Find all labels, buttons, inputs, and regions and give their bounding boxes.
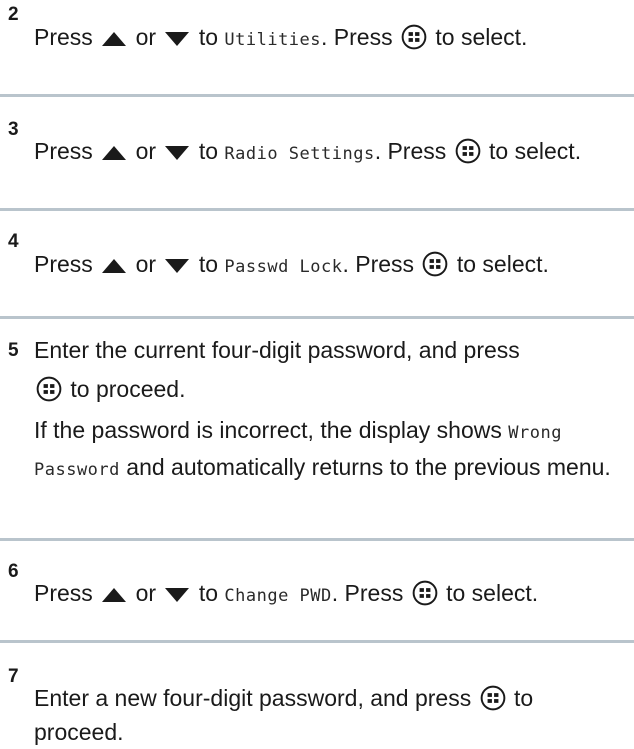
menu-name: Change PWD [224, 586, 332, 606]
text-to: to [198, 138, 218, 164]
menu-name: Passwd Lock [224, 257, 343, 277]
menu-ok-button-icon [36, 376, 62, 402]
menu-ok-button-icon [412, 580, 438, 606]
text-or: or [135, 24, 157, 50]
up-arrow-icon [102, 145, 127, 160]
step-text: Press or to Utilities. Press to select. [34, 20, 626, 57]
menu-ok-button-icon [401, 24, 427, 50]
up-arrow-icon [102, 587, 127, 602]
text-end: to select. [489, 138, 582, 164]
step-number: 2 [8, 4, 19, 25]
text-or: or [135, 580, 157, 606]
text-end: to select. [456, 251, 549, 277]
step-text: Press or to Change PWD. Press to select. [34, 576, 626, 613]
step-text: Press or to Radio Settings. Press to sel… [34, 134, 626, 171]
note-text-after: and automatically returns to the previou… [126, 454, 611, 480]
text-press: Press [34, 580, 93, 606]
menu-ok-button-icon [422, 251, 448, 277]
text-to: to [198, 580, 218, 606]
down-arrow-icon [165, 145, 190, 160]
text-or: or [135, 138, 157, 164]
step-number: 5 [8, 340, 19, 361]
step-5-line2: to proceed. [70, 376, 186, 402]
text-press-after: . Press [321, 24, 393, 50]
text-press: Press [34, 24, 93, 50]
step-text: Enter the current four-digit password, a… [34, 331, 626, 487]
down-arrow-icon [165, 258, 190, 273]
text-or: or [135, 251, 157, 277]
step-text: Press or to Passwd Lock. Press to select… [34, 247, 626, 284]
divider [0, 208, 634, 211]
up-arrow-icon [102, 258, 127, 273]
menu-name: Radio Settings [224, 144, 375, 164]
text-end: to select. [435, 24, 528, 50]
text-press-after: . Press [331, 580, 404, 606]
step-number: 6 [8, 561, 19, 582]
menu-ok-button-icon [455, 138, 481, 164]
divider [0, 94, 634, 97]
divider [0, 316, 634, 319]
down-arrow-icon [165, 31, 190, 46]
down-arrow-icon [165, 587, 190, 602]
step-text: Enter a new four-digit password, and pre… [34, 681, 626, 749]
menu-name: Utilities [224, 30, 322, 50]
text-press-after: . Press [374, 138, 447, 164]
up-arrow-icon [102, 31, 127, 46]
step-5-note: If the password is incorrect, the displa… [34, 413, 626, 487]
step-number: 4 [8, 231, 19, 252]
menu-ok-button-icon [480, 685, 506, 711]
text-press: Press [34, 251, 93, 277]
text-press-after: . Press [342, 251, 415, 277]
divider [0, 538, 634, 541]
text-to: to [198, 24, 218, 50]
step-7-text: Enter a new four-digit password, and pre… [34, 685, 472, 711]
text-to: to [198, 251, 218, 277]
step-number: 7 [8, 666, 19, 687]
text-end: to select. [446, 580, 539, 606]
note-text: If the password is incorrect, the displa… [34, 417, 502, 443]
step-5-line1: Enter the current four-digit password, a… [34, 337, 520, 363]
divider [0, 640, 634, 643]
text-press: Press [34, 138, 93, 164]
step-number: 3 [8, 119, 19, 140]
